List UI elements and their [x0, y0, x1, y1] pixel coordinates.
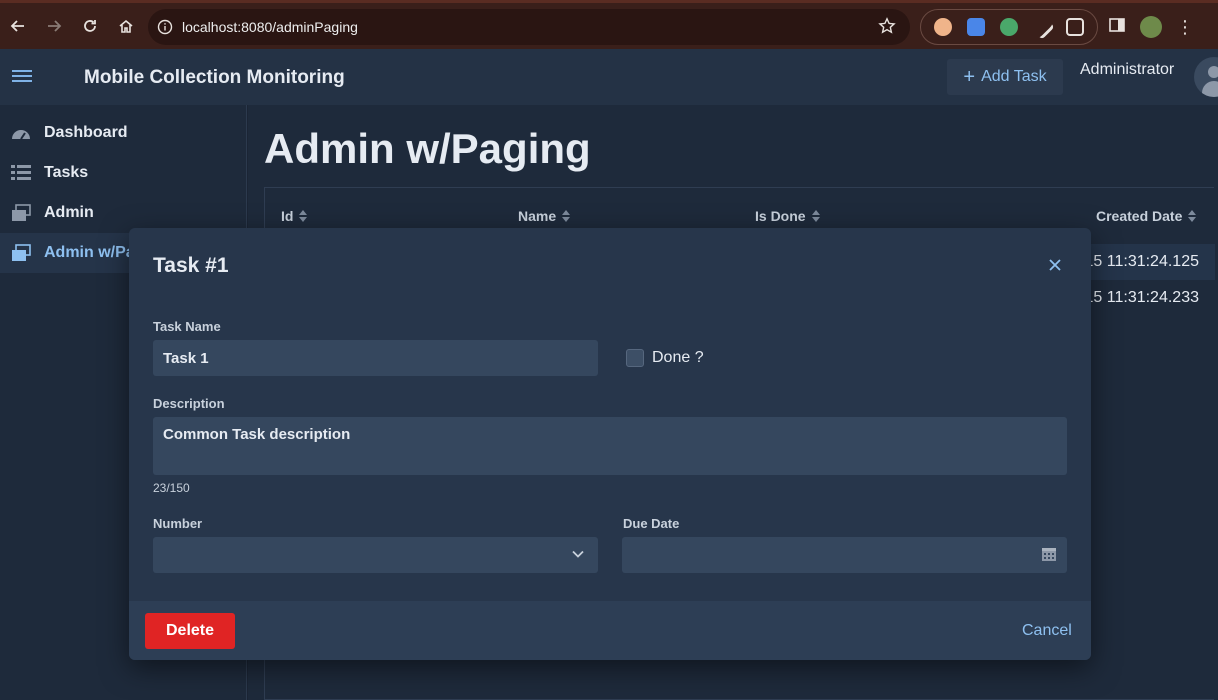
column-header-name[interactable]: Name [518, 208, 571, 224]
calendar-icon[interactable] [1041, 546, 1057, 562]
sort-icon [1188, 210, 1197, 222]
browser-nav [0, 3, 144, 49]
extension-icon[interactable] [934, 18, 953, 36]
column-header-is-done[interactable]: Is Done [755, 208, 820, 224]
user-name: Administrator [1080, 61, 1175, 78]
sidebar-item-admin[interactable]: Admin [0, 193, 247, 233]
cancel-button[interactable]: Cancel [1022, 622, 1072, 640]
add-task-button[interactable]: + Add Task [947, 59, 1063, 95]
due-date-label: Due Date [623, 516, 680, 531]
sidebar-item-label: Admin [44, 204, 94, 221]
created-date-cell: 15 11:31:24.233 [1084, 289, 1199, 306]
sidebar-item-tasks[interactable]: Tasks [0, 153, 247, 193]
column-header-label: Name [518, 208, 557, 224]
description-label: Description [153, 396, 225, 411]
number-select[interactable] [153, 537, 598, 573]
done-label: Done ? [652, 349, 704, 366]
column-header-label: Id [281, 208, 294, 224]
sort-icon [811, 210, 820, 222]
avatar[interactable] [1194, 57, 1218, 97]
hamburger-menu-icon[interactable] [12, 67, 32, 87]
sidebar-item-label: Dashboard [44, 124, 128, 141]
profile-icon[interactable] [1140, 16, 1162, 38]
extensions-bar [920, 9, 1098, 45]
chevron-down-icon[interactable] [571, 547, 585, 561]
done-checkbox[interactable] [626, 349, 644, 367]
translate-icon[interactable] [967, 18, 986, 36]
list-icon [11, 165, 31, 180]
column-header-label: Is Done [755, 208, 806, 224]
task-name-input[interactable] [153, 340, 598, 376]
dialog-footer: Delete Cancel [129, 601, 1091, 660]
task-name-label: Task Name [153, 319, 221, 334]
plus-icon: + [963, 66, 976, 88]
page-title: Admin w/Paging [264, 125, 591, 172]
sidepanel-icon[interactable] [1108, 16, 1126, 39]
url-text: localhost:8080/adminPaging [182, 19, 358, 35]
add-task-label: Add Task [981, 68, 1047, 85]
app-header: Mobile Collection Monitoring + Add Task … [0, 49, 1218, 105]
reload-icon[interactable] [72, 8, 108, 44]
sidebar-item-label: Tasks [44, 164, 89, 181]
close-icon[interactable] [1045, 256, 1065, 276]
admin-icon [12, 244, 31, 261]
admin-icon [12, 204, 31, 221]
sort-icon [562, 210, 571, 222]
eyedropper-icon[interactable] [1029, 14, 1055, 40]
sidebar-item-dashboard[interactable]: Dashboard [0, 113, 247, 153]
browser-actions: ⋮ [1108, 9, 1194, 45]
number-label: Number [153, 516, 203, 531]
globe-icon[interactable] [999, 18, 1018, 36]
bookmark-star-icon[interactable] [878, 17, 896, 40]
due-date-input[interactable] [622, 537, 1067, 573]
char-counter: 23/150 [153, 481, 190, 495]
home-icon[interactable] [108, 8, 144, 44]
description-textarea[interactable]: Common Task description [153, 417, 1067, 475]
sidebar-item-label: Admin w/Pa [44, 244, 135, 261]
dialog-title: Task #1 [153, 254, 229, 277]
browser-chrome: localhost:8080/adminPaging ⋮ [0, 0, 1218, 49]
dashboard-icon [12, 130, 30, 140]
site-info-icon[interactable] [148, 19, 182, 35]
sort-icon [299, 210, 308, 222]
task-dialog: Task #1 Task Name Done ? Description Com… [129, 228, 1091, 660]
column-header-id[interactable]: Id [281, 208, 308, 224]
app-title: Mobile Collection Monitoring [84, 67, 345, 88]
back-icon[interactable] [0, 8, 36, 44]
created-date-cell: 15 11:31:24.125 [1084, 253, 1199, 270]
column-header-label: Created Date [1096, 208, 1183, 224]
address-bar[interactable]: localhost:8080/adminPaging [148, 9, 910, 45]
column-header-created-date[interactable]: Created Date [1096, 208, 1197, 224]
puzzle-icon[interactable] [1065, 18, 1084, 36]
delete-button[interactable]: Delete [145, 613, 235, 649]
menu-dots-icon[interactable]: ⋮ [1176, 17, 1194, 38]
forward-icon[interactable] [36, 8, 72, 44]
